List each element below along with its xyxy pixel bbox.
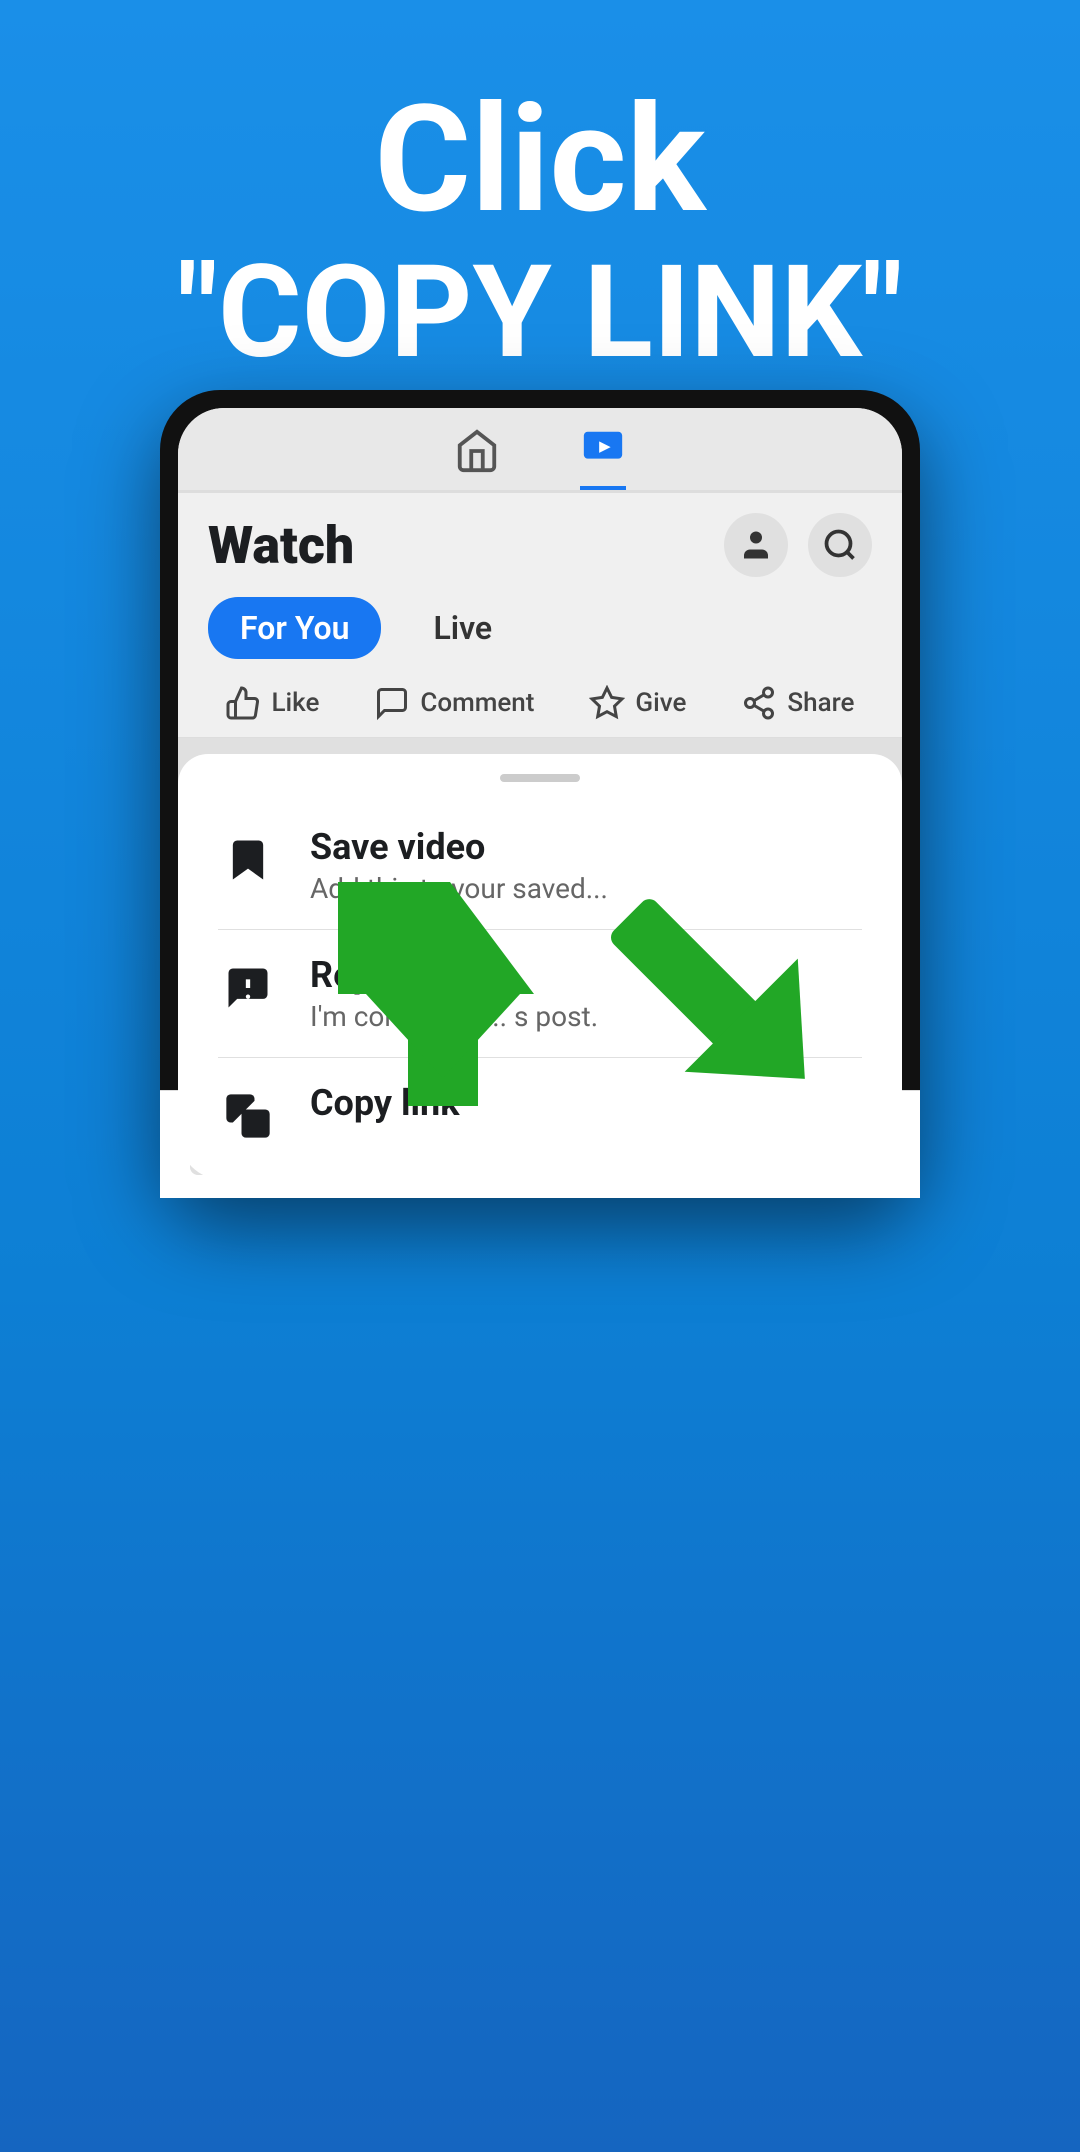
give-button[interactable]: Give <box>589 685 686 721</box>
watch-title: Watch <box>208 515 354 576</box>
like-label: Like <box>271 688 319 718</box>
tabs-bar: For You Live <box>178 587 902 669</box>
search-button[interactable] <box>808 513 872 577</box>
copy-link-icon <box>218 1086 278 1146</box>
action-bar: Like Comment Give <box>178 669 902 738</box>
report-icon <box>218 958 278 1018</box>
tab-live[interactable]: Live <box>401 597 524 659</box>
like-button[interactable]: Like <box>225 685 319 721</box>
share-label: Share <box>787 688 854 718</box>
phone-wrapper: Watch <box>160 390 920 1198</box>
green-arrow <box>296 854 860 1138</box>
comment-button[interactable]: Comment <box>374 685 534 721</box>
bookmark-icon <box>218 830 278 890</box>
nav-bar <box>178 408 902 493</box>
copy-link-label: "COPY LINK" <box>0 243 1080 384</box>
profile-button[interactable] <box>724 513 788 577</box>
sheet-handle <box>500 774 580 782</box>
header-icons <box>724 513 872 577</box>
header-section: Click "COPY LINK" <box>0 0 1080 424</box>
nav-home[interactable] <box>454 428 500 488</box>
watch-header: Watch <box>178 493 902 587</box>
comment-label: Comment <box>420 688 534 718</box>
nav-watch[interactable] <box>580 426 626 490</box>
give-label: Give <box>635 688 686 718</box>
tab-for-you[interactable]: For You <box>208 597 381 659</box>
click-label: Click <box>0 80 1080 243</box>
share-button[interactable]: Share <box>741 685 854 721</box>
